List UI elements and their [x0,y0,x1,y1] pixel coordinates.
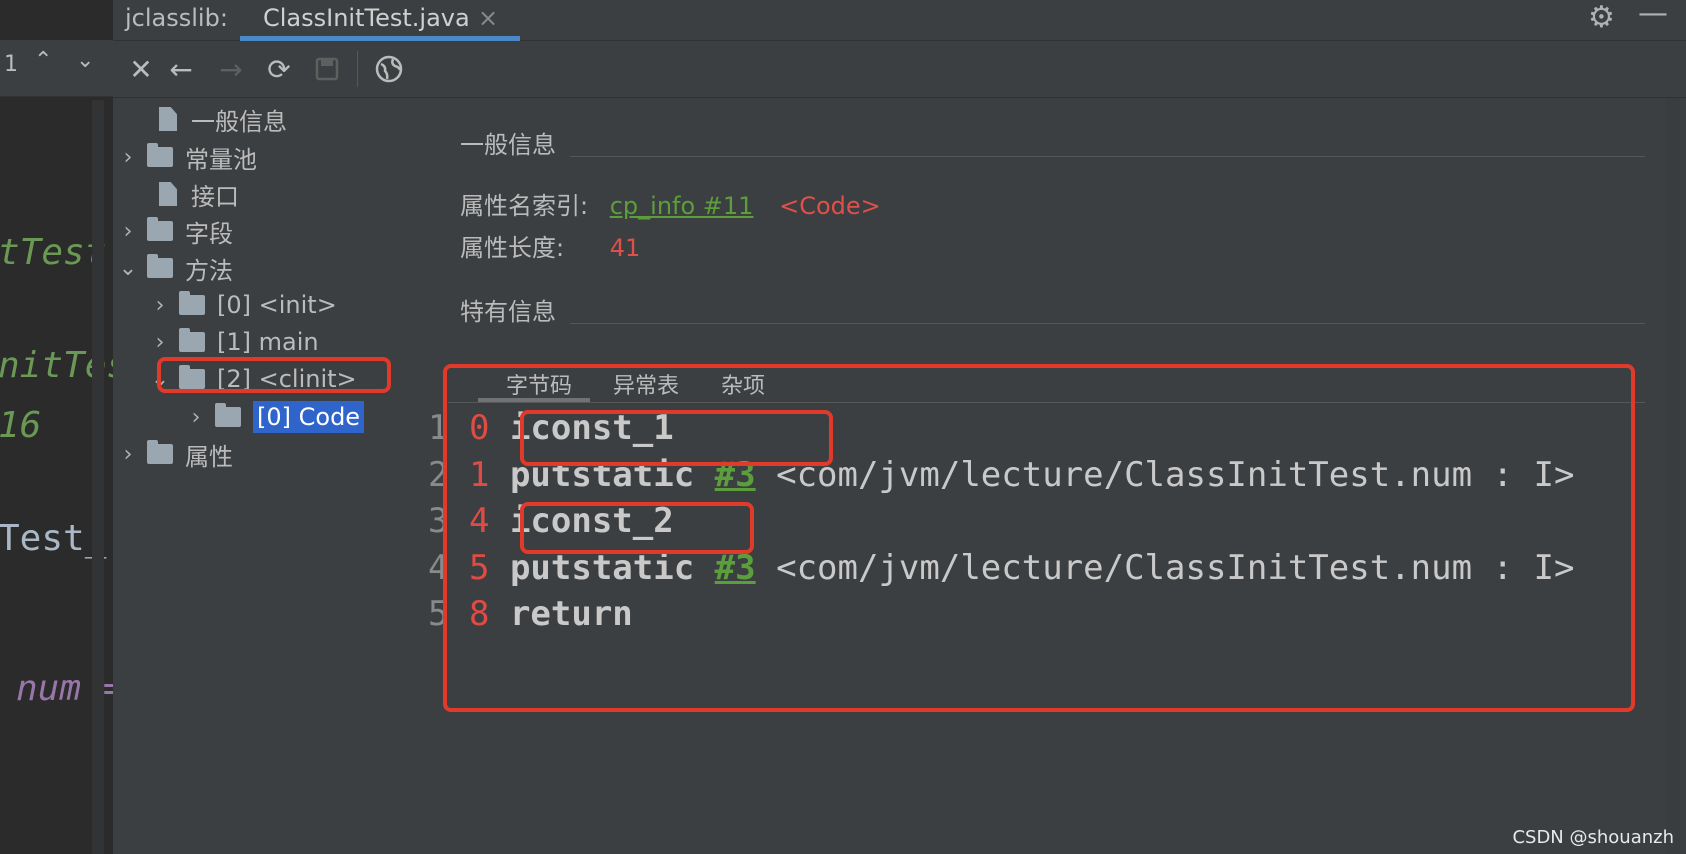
folder-icon [147,254,173,278]
attr-name-row: 属性名索引: cp_info #11 <Code> [460,186,881,221]
next-match-icon[interactable]: ⌄ [76,48,94,73]
section-divider [570,323,1645,324]
tree-item-label: [1] main [217,328,319,356]
save-icon[interactable] [309,51,345,87]
tree-item-method-main[interactable]: › [1] main [149,323,319,361]
tree-item-code[interactable]: › [0] Code [113,398,413,436]
toolbar: ✕ ← → ⟳ [113,41,1686,98]
plugin-label: jclasslib: [125,4,228,32]
tree-item-methods[interactable]: ⌄ 方法 [113,249,233,287]
highlight-box [157,357,391,393]
chevron-right-icon[interactable]: › [149,330,171,355]
tree-item-fields[interactable]: › 字段 [113,212,233,250]
tab-bar: jclasslib: ClassInitTest.java × ⚙ — [113,0,1686,41]
folder-icon [179,328,205,352]
back-arrow-icon[interactable]: ← [163,51,199,87]
specific-info-title: 特有信息 [460,298,556,326]
tree-item-label: 方法 [185,256,233,285]
find-bar: 1 ⌃ ⌄ [0,40,113,97]
class-structure-tree: 一般信息 › 常量池 接口 › 字段 ⌄ 方法 › [0] <init> › [… [113,98,413,854]
close-tab-icon[interactable]: × [478,4,498,32]
attr-length-value: 41 [609,234,641,262]
tree-item-label: [0] <init> [217,291,337,319]
detail-scrollbar[interactable] [1666,98,1680,854]
close-icon[interactable]: ✕ [123,51,159,87]
detail-panel: 一般信息 属性名索引: cp_info #11 <Code> 属性长度: 41 … [413,98,1686,854]
attr-length-label: 属性长度: [460,234,565,262]
folder-icon [215,403,241,427]
watermark: CSDN @shouanzh [1512,827,1674,848]
tree-item-label: [0] Code [253,401,365,433]
file-icon [159,182,177,206]
tab-classinittest[interactable]: ClassInitTest.java [263,4,470,32]
tree-item-label: 接口 [191,182,239,211]
chevron-down-icon[interactable]: ⌄ [117,256,139,281]
editor-scrollbar[interactable] [92,100,104,854]
code-fragment: Test_ [0,518,107,559]
refresh-icon[interactable]: ⟳ [261,51,297,87]
attr-length-row: 属性长度: 41 [460,228,640,263]
cp-info-link[interactable]: cp_info #11 [610,192,754,220]
chevron-right-icon[interactable]: › [185,405,207,430]
tree-item-label: 属性 [185,442,233,471]
tree-item-label: 常量池 [185,145,257,174]
folder-icon [147,217,173,241]
gear-icon[interactable]: ⚙ [1588,0,1615,35]
tree-item-label: 字段 [185,219,233,248]
code-fragment: tTest [0,232,107,273]
tree-item-attributes[interactable]: › 属性 [113,435,233,473]
match-count: 1 [4,52,18,77]
tree-item-constant-pool[interactable]: › 常量池 [113,138,257,176]
code-fragment: 16 [0,405,42,446]
file-icon [159,107,177,131]
attr-name-value: <Code> [779,192,881,220]
minimize-icon[interactable]: — [1638,0,1668,31]
editor-gutter: 1 ⌃ ⌄ tTest nitTes 16 Test_ num = [0,0,113,854]
tree-item-interfaces[interactable]: 接口 [113,175,239,213]
iconst1-highlight-box [520,410,833,466]
general-info-title: 一般信息 [460,131,556,159]
chevron-right-icon[interactable]: › [149,293,171,318]
folder-icon [147,143,173,167]
browser-globe-icon[interactable] [371,51,407,87]
section-divider [570,156,1645,157]
tree-item-general-info[interactable]: 一般信息 [113,100,287,138]
chevron-right-icon[interactable]: › [117,442,139,467]
toolbar-separator [357,51,358,87]
forward-arrow-icon[interactable]: → [213,51,249,87]
chevron-right-icon[interactable]: › [117,145,139,170]
iconst2-highlight-box [520,502,754,554]
folder-icon [179,291,205,315]
prev-match-icon[interactable]: ⌃ [34,48,52,73]
tree-item-method-init[interactable]: › [0] <init> [149,286,337,324]
tree-item-label: 一般信息 [191,107,287,136]
attr-name-label: 属性名索引: [460,192,589,220]
folder-icon [147,440,173,464]
chevron-right-icon[interactable]: › [117,219,139,244]
